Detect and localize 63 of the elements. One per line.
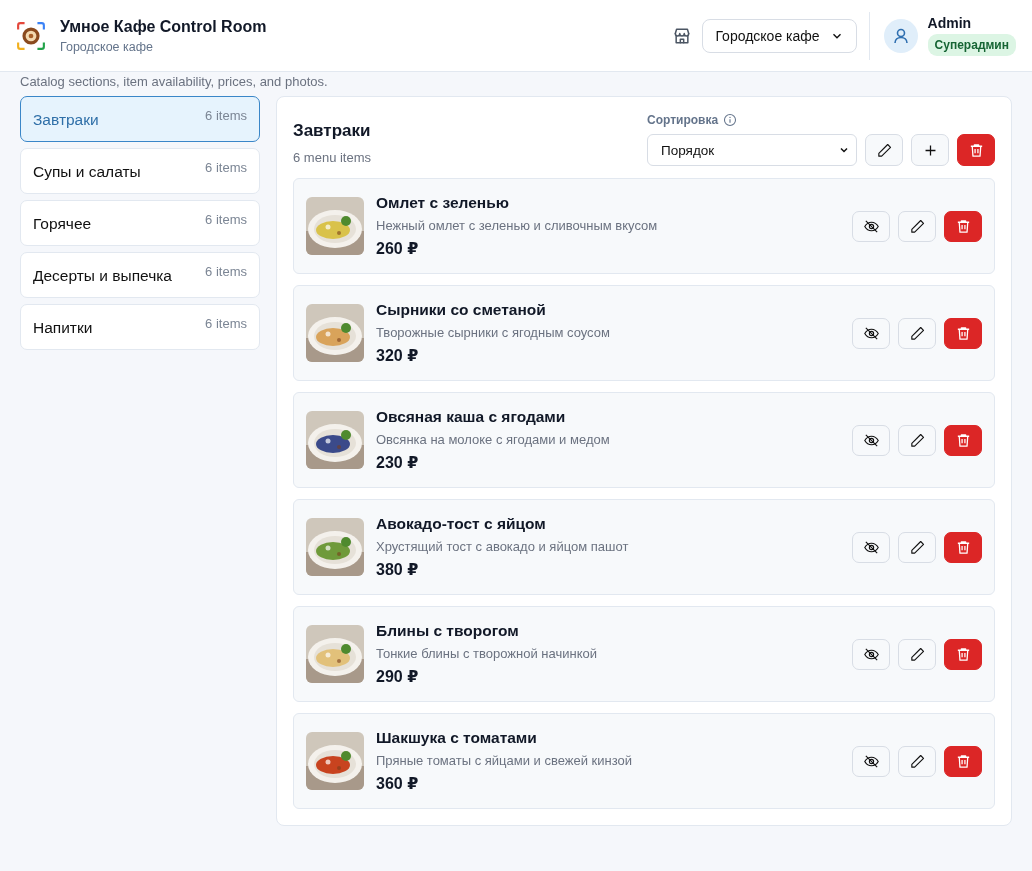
app-title: Умное Кафе Control Room — [60, 17, 267, 36]
hide-item-button[interactable] — [852, 317, 890, 349]
user-name: Admin — [927, 15, 972, 31]
sort-select[interactable]: Порядок — [647, 134, 857, 166]
edit-item-button[interactable] — [898, 745, 936, 777]
item-description: Пряные томаты с яйцами и свежей кинзой — [376, 753, 633, 768]
hide-item-button[interactable] — [852, 424, 890, 456]
pencil-icon — [875, 141, 893, 159]
item-price: 360 ₽ — [376, 774, 420, 793]
page-subtitle: Catalog sections, item availability, prices, and photos. — [19, 73, 329, 91]
item-price: 260 ₽ — [376, 239, 420, 258]
edit-item-button[interactable] — [898, 531, 936, 563]
delete-section-button[interactable] — [957, 134, 995, 166]
pencil-icon — [908, 538, 926, 556]
cafe-logo-icon — [16, 20, 46, 51]
pencil-icon — [908, 645, 926, 663]
item-name: Блины с творогом — [376, 622, 520, 640]
hide-item-button[interactable] — [852, 531, 890, 563]
cafe-dropdown[interactable]: Городское кафе — [702, 18, 857, 53]
cafe-name: Городское кафе — [60, 39, 154, 54]
edit-item-button[interactable] — [898, 424, 936, 456]
section-item[interactable]: Горячее 6 items — [20, 200, 260, 246]
sort-label: Сортировка — [647, 113, 719, 127]
section-item[interactable]: Супы и салаты 6 items — [20, 148, 260, 194]
delete-item-button[interactable] — [944, 745, 982, 777]
section-item[interactable]: Завтраки 6 items — [20, 96, 260, 142]
item-name: Авокадо-тост с яйцом — [376, 515, 547, 533]
pencil-icon — [908, 324, 926, 342]
item-description: Хрустящий тост с авокадо и яйцом пашот — [376, 539, 630, 554]
edit-section-button[interactable] — [865, 134, 903, 166]
delete-item-button[interactable] — [944, 531, 982, 563]
item-price: 230 ₽ — [376, 453, 420, 472]
user-avatar-icon — [883, 18, 918, 53]
item-name: Омлет с зеленью — [376, 194, 510, 212]
item-name: Овсяная каша с ягодами — [376, 408, 567, 426]
item-price: 320 ₽ — [376, 346, 420, 365]
hide-item-button[interactable] — [852, 638, 890, 670]
pencil-icon — [908, 217, 926, 235]
item-count: 6 menu items — [293, 150, 372, 165]
item-description: Тонкие блины с творожной начинкой — [376, 646, 598, 661]
item-description: Овсянка на молоке с ягодами и медом — [376, 432, 611, 447]
hide-item-button[interactable] — [852, 745, 890, 777]
edit-item-button[interactable] — [898, 210, 936, 242]
item-name: Шакшука с томатами — [376, 729, 538, 747]
info-icon — [723, 113, 738, 127]
delete-item-button[interactable] — [944, 317, 982, 349]
delete-item-button[interactable] — [944, 638, 982, 670]
item-price: 380 ₽ — [376, 560, 420, 579]
role-badge: Суперадмин — [927, 34, 1016, 56]
edit-item-button[interactable] — [898, 317, 936, 349]
section-item[interactable]: Десерты и выпечка 6 items — [20, 252, 260, 298]
item-name: Сырники со сметаной — [376, 301, 547, 319]
pencil-icon — [908, 752, 926, 770]
item-price: 290 ₽ — [376, 667, 420, 686]
pencil-icon — [908, 431, 926, 449]
delete-item-button[interactable] — [944, 210, 982, 242]
section-item[interactable]: Напитки 6 items — [20, 304, 260, 350]
edit-item-button[interactable] — [898, 638, 936, 670]
item-description: Нежный омлет с зеленью и сливочным вкусом — [376, 218, 659, 233]
section-title: Завтраки — [293, 121, 372, 141]
delete-item-button[interactable] — [944, 424, 982, 456]
item-description: Творожные сырники с ягодным соусом — [376, 325, 611, 340]
hide-item-button[interactable] — [852, 210, 890, 242]
